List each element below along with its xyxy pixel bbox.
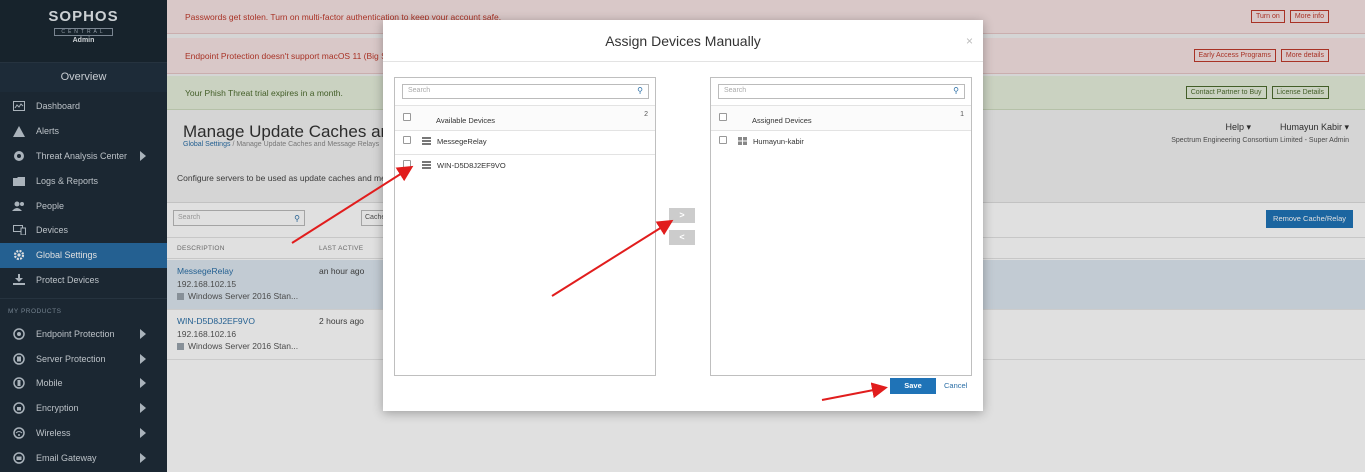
- search-icon[interactable]: ⚲: [637, 86, 643, 95]
- device-name: WIN-D5D8J2EF9VO: [437, 161, 506, 170]
- available-search-input[interactable]: Search ⚲: [402, 84, 649, 99]
- list-item[interactable]: WIN-D5D8J2EF9VO: [395, 156, 655, 179]
- device-name: Humayun-kabir: [753, 137, 804, 146]
- assigned-title: Assigned Devices: [752, 116, 812, 125]
- available-title: Available Devices: [436, 116, 496, 125]
- assigned-search-input[interactable]: Search ⚲: [718, 84, 965, 99]
- search-icon[interactable]: ⚲: [953, 86, 959, 95]
- move-left-button[interactable]: <: [669, 230, 695, 245]
- assigned-header: Assigned Devices 1: [711, 105, 971, 131]
- select-all-available-checkbox[interactable]: [403, 113, 411, 121]
- available-header: Available Devices 2: [395, 105, 655, 131]
- device-checkbox[interactable]: [719, 136, 727, 144]
- search-placeholder: Search: [408, 87, 431, 94]
- server-icon: [422, 161, 431, 169]
- cancel-button[interactable]: Cancel: [944, 381, 967, 390]
- assigned-devices-panel: Search ⚲ Assigned Devices 1 Humayun-kabi…: [710, 77, 972, 376]
- modal-header: Assign Devices Manually ×: [383, 20, 983, 62]
- server-icon: [422, 137, 431, 145]
- windows-icon: [738, 137, 747, 145]
- available-count: 2: [644, 111, 648, 118]
- save-button[interactable]: Save: [890, 378, 936, 394]
- modal-title: Assign Devices Manually: [605, 33, 761, 49]
- list-item[interactable]: Humayun-kabir: [711, 132, 971, 155]
- assign-devices-modal: Assign Devices Manually × Search ⚲ Avail…: [383, 20, 983, 411]
- list-item[interactable]: MessegeRelay: [395, 132, 655, 155]
- available-devices-panel: Search ⚲ Available Devices 2 MessegeRela…: [394, 77, 656, 376]
- device-name: MessegeRelay: [437, 137, 487, 146]
- close-icon[interactable]: ×: [966, 20, 973, 62]
- select-all-assigned-checkbox[interactable]: [719, 113, 727, 121]
- device-checkbox[interactable]: [403, 160, 411, 168]
- search-placeholder: Search: [724, 87, 747, 94]
- device-checkbox[interactable]: [403, 136, 411, 144]
- assigned-count: 1: [960, 111, 964, 118]
- move-right-button[interactable]: >: [669, 208, 695, 223]
